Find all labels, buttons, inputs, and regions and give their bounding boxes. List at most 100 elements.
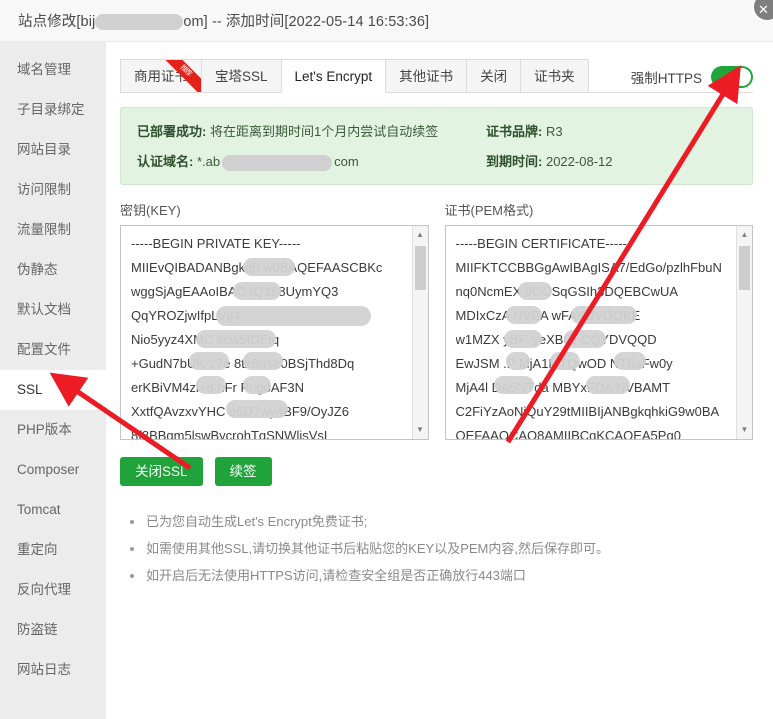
pem-line: nq0NcmEX 0GCSqGSIh3DQEBCwUA bbox=[455, 283, 679, 299]
deploy-success-label: 已部署成功: bbox=[137, 124, 207, 139]
pem-line: MIIFKTCCBBGgAwIBAgISA7/EdGo/pzlhFbuN bbox=[455, 259, 722, 275]
tab-bt-ssl[interactable]: 宝塔SSL bbox=[201, 59, 282, 92]
sidebar-item-site-dir[interactable]: 网站目录 bbox=[0, 130, 106, 170]
pem-line: EwJSM .P MjA1MTQwOD NThaFw0y bbox=[455, 355, 673, 371]
tab-label: 证书夹 bbox=[534, 69, 575, 84]
sidebar-item-reverse-proxy[interactable]: 反向代理 bbox=[0, 570, 106, 610]
deploy-status-left: 已部署成功: 将在距离到期时间1个月内尝试自动续签 认证域名: *.ab com bbox=[137, 121, 486, 171]
deploy-success-value: 将在距离到期时间1个月内尝试自动续签 bbox=[209, 124, 439, 139]
redaction-blob bbox=[216, 305, 371, 326]
redacted-domain-title bbox=[95, 14, 184, 31]
key-scrollbar[interactable]: ▲ ▼ bbox=[411, 225, 428, 439]
scroll-thumb[interactable] bbox=[739, 245, 750, 290]
sidebar-item-label: 防盗链 bbox=[17, 622, 58, 637]
sidebar-item-label: Tomcat bbox=[17, 502, 61, 517]
main-body: 域名管理 子目录绑定 网站目录 访问限制 流量限制 伪静态 默认文档 配置文件 … bbox=[0, 42, 773, 719]
cert-brand-value: R3 bbox=[545, 124, 563, 139]
tab-label: 关闭 bbox=[480, 69, 508, 84]
cert-expire-line: 到期时间: 2022-08-12 bbox=[486, 151, 736, 170]
sidebar-item-label: 域名管理 bbox=[17, 62, 71, 77]
sidebar-item-redirect[interactable]: 重定向 bbox=[0, 530, 106, 570]
tab-other-cert[interactable]: 其他证书 bbox=[385, 59, 468, 92]
tab-close[interactable]: 关闭 bbox=[466, 59, 522, 92]
redaction-blob bbox=[517, 281, 552, 300]
cert-brand-label: 证书品牌: bbox=[486, 124, 543, 139]
sidebar-item-ssl[interactable]: SSL bbox=[0, 370, 106, 410]
sidebar-item-label: SSL bbox=[17, 382, 43, 397]
key-line: 8f8BBgm5lswBycrohTqSNWljsVsL bbox=[131, 427, 332, 440]
force-https-toggle[interactable] bbox=[711, 66, 753, 88]
scroll-up-icon[interactable]: ▲ bbox=[737, 228, 752, 242]
sidebar-item-label: 默认文档 bbox=[17, 302, 71, 317]
redaction-blob bbox=[243, 257, 295, 276]
sidebar-item-tomcat[interactable]: Tomcat bbox=[0, 490, 106, 530]
sidebar-item-label: Composer bbox=[17, 462, 80, 477]
tab-cert-folder[interactable]: 证书夹 bbox=[520, 59, 589, 92]
ssl-tab-bar: 商用证书 推荐 宝塔SSL Let's Encrypt 其他证书 关闭 证书夹 … bbox=[120, 58, 753, 93]
sidebar-item-subdir-bind[interactable]: 子目录绑定 bbox=[0, 90, 106, 130]
deploy-success-line: 已部署成功: 将在距离到期时间1个月内尝试自动续签 bbox=[137, 121, 486, 140]
pem-textarea[interactable]: -----BEGIN CERTIFICATE----- MIIFKTCCBBGg… bbox=[444, 224, 753, 440]
sidebar-item-site-log[interactable]: 网站日志 bbox=[0, 650, 106, 690]
pem-line: C2FiYzAoNjQuY29tMIIBIjANBgkqhkiG9w0BA bbox=[455, 403, 720, 419]
redaction-blob bbox=[585, 375, 630, 394]
sidebar-item-label: 访问限制 bbox=[17, 182, 71, 197]
window-title: 站点修改[bij om] -- 添加时间[2022-05-14 16:53:36] bbox=[18, 10, 429, 31]
redaction-blob bbox=[196, 329, 276, 348]
cert-domain-prefix: *.ab bbox=[196, 154, 221, 169]
tab-label: Let's Encrypt bbox=[294, 69, 373, 84]
window-title-prefix: 站点修改[bij bbox=[18, 14, 96, 30]
sidebar-item-label: 重定向 bbox=[17, 542, 58, 557]
redaction-blob bbox=[505, 351, 530, 370]
sidebar-item-domain-manage[interactable]: 域名管理 bbox=[0, 50, 106, 90]
sidebar-item-label: 反向代理 bbox=[17, 582, 71, 597]
redaction-blob bbox=[563, 329, 606, 348]
pem-scrollbar[interactable]: ▲ ▼ bbox=[736, 225, 752, 439]
sidebar: 域名管理 子目录绑定 网站目录 访问限制 流量限制 伪静态 默认文档 配置文件 … bbox=[0, 42, 106, 719]
force-https-control: 强制HTTPS bbox=[631, 66, 753, 92]
redaction-blob bbox=[505, 305, 542, 324]
scroll-down-icon[interactable]: ▼ bbox=[413, 423, 428, 437]
cert-editor-row: 密钥(KEY) -----BEGIN PRIVATE KEY----- MIIE… bbox=[120, 200, 753, 440]
redaction-blob bbox=[243, 351, 283, 370]
sidebar-item-label: PHP版本 bbox=[17, 422, 72, 437]
sidebar-item-composer[interactable]: Composer bbox=[0, 450, 106, 490]
sidebar-item-config-file[interactable]: 配置文件 bbox=[0, 330, 106, 370]
close-ssl-button[interactable]: 关闭SSL bbox=[120, 456, 203, 487]
pem-block: 证书(PEM格式) -----BEGIN CERTIFICATE----- MI… bbox=[444, 200, 753, 440]
ssl-action-buttons: 关闭SSL 续签 bbox=[120, 456, 753, 487]
renew-button[interactable]: 续签 bbox=[214, 456, 272, 487]
redaction-blob bbox=[493, 375, 534, 394]
window-title-suffix: om] -- 添加时间[2022-05-14 16:53:36] bbox=[183, 14, 430, 30]
sidebar-item-anti-leech[interactable]: 防盗链 bbox=[0, 610, 106, 650]
key-label: 密钥(KEY) bbox=[120, 202, 181, 218]
redaction-blob bbox=[196, 375, 226, 394]
cert-domain-line: 认证域名: *.ab com bbox=[137, 151, 486, 171]
tip-item: 已为您自动生成Let's Encrypt免费证书; bbox=[128, 508, 753, 535]
redaction-blob bbox=[189, 351, 229, 370]
pem-label: 证书(PEM格式) bbox=[444, 202, 534, 218]
sidebar-item-label: 流量限制 bbox=[17, 222, 71, 237]
sidebar-item-traffic-limit[interactable]: 流量限制 bbox=[0, 210, 106, 250]
redacted-domain-notice bbox=[222, 154, 333, 171]
scroll-down-icon[interactable]: ▼ bbox=[737, 423, 752, 437]
sidebar-item-php-version[interactable]: PHP版本 bbox=[0, 410, 106, 450]
close-icon[interactable]: ✕ bbox=[752, 0, 773, 22]
sidebar-item-access-limit[interactable]: 访问限制 bbox=[0, 170, 106, 210]
key-textarea[interactable]: -----BEGIN PRIVATE KEY----- MIIEvQIBADAN… bbox=[120, 224, 429, 440]
cert-domain-label: 认证域名: bbox=[137, 154, 194, 169]
scroll-thumb[interactable] bbox=[414, 245, 426, 290]
scroll-up-icon[interactable]: ▲ bbox=[413, 228, 428, 242]
tab-label: 其他证书 bbox=[399, 69, 454, 84]
tip-item: 如开启后无法使用HTTPS访问,请检查安全组是否正确放行443端口 bbox=[128, 562, 753, 589]
deploy-status-panel: 已部署成功: 将在距离到期时间1个月内尝试自动续签 认证域名: *.ab com … bbox=[120, 107, 753, 185]
redaction-blob bbox=[243, 375, 271, 394]
sidebar-item-label: 配置文件 bbox=[17, 342, 71, 357]
sidebar-item-rewrite[interactable]: 伪静态 bbox=[0, 250, 106, 290]
sidebar-item-default-doc[interactable]: 默认文档 bbox=[0, 290, 106, 330]
tab-lets-encrypt[interactable]: Let's Encrypt bbox=[280, 59, 387, 93]
pem-line: QEFAAOCAQ8AMIIBCgKCAQEA5Pq0 bbox=[455, 427, 681, 440]
tip-item: 如需使用其他SSL,请切换其他证书后粘贴您的KEY以及PEM内容,然后保存即可。 bbox=[128, 535, 753, 562]
toggle-knob bbox=[733, 68, 751, 86]
tab-commercial-cert[interactable]: 商用证书 推荐 bbox=[120, 59, 202, 92]
